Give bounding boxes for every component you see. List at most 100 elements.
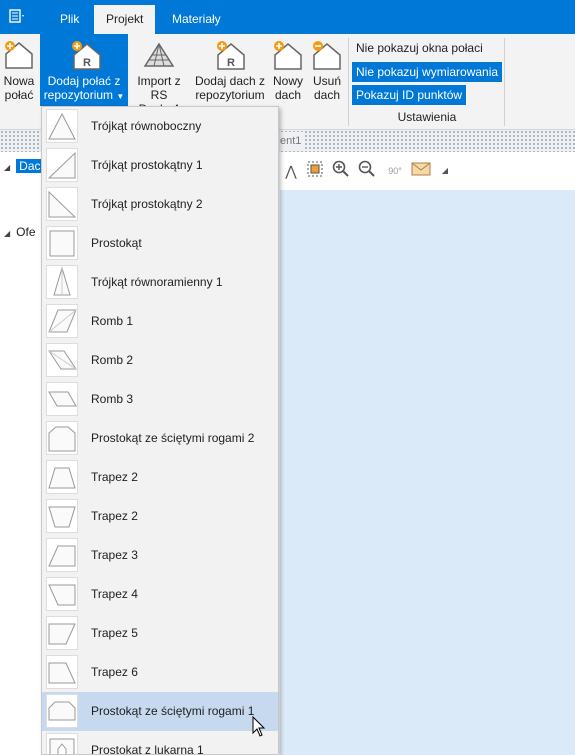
menu-item[interactable]: Trapez 3: [42, 536, 278, 575]
document-tab[interactable]: ent1: [276, 132, 306, 150]
import-label-1: Import z: [137, 74, 181, 88]
envelope-icon[interactable]: [410, 160, 432, 182]
tree-node-label: Ofe: [16, 225, 36, 239]
menu-item-label: Trapez 6: [91, 665, 138, 679]
import-roof-icon: [143, 42, 175, 67]
menu-item-label: Trójkąt równoramienny 1: [91, 275, 223, 289]
new-roof-label-1: Nowy: [272, 74, 303, 88]
menu-item[interactable]: Trapez 2: [42, 497, 278, 536]
tree-node-roof[interactable]: ◢ Dac: [4, 156, 44, 176]
zoom-in-icon[interactable]: [330, 160, 352, 182]
trapezoid-icon: [46, 460, 78, 494]
svg-text:R: R: [227, 57, 235, 69]
new-roof-label-2: dach: [274, 88, 302, 102]
menu-item-label: Trapez 4: [91, 587, 138, 601]
ribbon-separator: [504, 38, 505, 126]
rhombus-icon: [46, 382, 78, 416]
new-roof-plane-label-1: Nowa: [3, 74, 35, 88]
view-toolbar: ⋀ 90° ◢: [280, 152, 575, 190]
menu-item-label: Trapez 2: [91, 470, 138, 484]
menu-item[interactable]: Trójkąt równoboczny: [42, 107, 278, 146]
ribbon-separator: [348, 38, 349, 126]
toggle-hide-dimensions[interactable]: Nie pokazuj wymiarowania: [352, 62, 503, 82]
settings-group-label: Ustawienia: [397, 110, 457, 124]
repository-roof-add-icon: R: [217, 41, 245, 70]
menu-item[interactable]: Trójkąt równoramienny 1: [42, 263, 278, 302]
menu-item-label: Prostokąt ze ściętymi rogami 2: [91, 431, 255, 445]
tab-projekt[interactable]: Projekt: [94, 5, 156, 34]
new-roof-plane-icon: [5, 41, 33, 69]
menu-item-label: Trójkąt równoboczny: [91, 119, 202, 133]
right-triangle-icon: [46, 148, 78, 182]
delete-roof-label-2: dach: [313, 88, 341, 102]
import-rs-dachy4-button[interactable]: Import z RS Dachy4: [130, 34, 188, 116]
trapezoid-icon: [46, 616, 78, 650]
rotate-90-icon[interactable]: 90°: [384, 160, 406, 182]
menu-item-label: Prostokąt: [91, 236, 142, 250]
menu-item[interactable]: Trapez 6: [42, 653, 278, 692]
delete-roof-button[interactable]: Usuń dach: [308, 34, 346, 106]
trapezoid-icon: [46, 577, 78, 611]
title-tab-bar: Plik Projekt Materiały: [0, 0, 575, 34]
cut-corner-rectangle-icon: [46, 421, 78, 455]
add-roof-label-2: repozytorium: [195, 88, 265, 102]
tab-plik[interactable]: Plik: [48, 5, 91, 34]
expand-icon[interactable]: ◢: [4, 229, 10, 238]
menu-item[interactable]: Trapez 4: [42, 575, 278, 614]
menu-item-label: Trójkąt prostokątny 1: [91, 158, 203, 172]
trapezoid-icon: [46, 538, 78, 572]
menu-item-label: Trapez 5: [91, 626, 138, 640]
menu-item[interactable]: Trójkąt prostokątny 2: [42, 185, 278, 224]
new-roof-icon: [274, 41, 302, 70]
menu-item-label: Trójkąt prostokątny 2: [91, 197, 203, 211]
app-menu-icon[interactable]: [6, 6, 36, 30]
trapezoid-icon: [46, 499, 78, 533]
more-tools-icon[interactable]: ◢: [434, 160, 456, 182]
menu-item[interactable]: Romb 2: [42, 341, 278, 380]
add-roof-plane-label-1: Dodaj połać z: [47, 74, 121, 88]
isosceles-triangle-icon: [46, 265, 78, 299]
new-roof-button[interactable]: Nowy dach: [270, 34, 306, 106]
trapezoid-icon: [46, 655, 78, 689]
roof-plane-repository-menu: Trójkąt równoboczny Trójkąt prostokątny …: [41, 106, 279, 755]
right-triangle-icon: [46, 187, 78, 221]
menu-item[interactable]: Prostokąt ze ściętymi rogami 2: [42, 419, 278, 458]
rectangle-with-dormer-icon: [46, 733, 78, 754]
menu-item-label: Trapez 3: [91, 548, 138, 562]
new-roof-plane-label-2: połać: [4, 88, 34, 102]
menu-item-label: Trapez 2: [91, 509, 138, 523]
menu-item[interactable]: Trapez 5: [42, 614, 278, 653]
equilateral-triangle-icon: [46, 109, 78, 143]
tree-node-offer[interactable]: ◢ Ofe: [4, 222, 36, 242]
repository-roof-icon: R: [72, 41, 101, 70]
tab-materialy[interactable]: Materiały: [160, 5, 233, 34]
roof-view-icon[interactable]: ⋀: [280, 160, 302, 182]
menu-item[interactable]: Prostokąt: [42, 224, 278, 263]
delete-roof-label-1: Usuń: [312, 74, 341, 88]
menu-item[interactable]: Romb 3: [42, 380, 278, 419]
project-tree: ◢ Dac ◢ Ofe: [0, 152, 44, 755]
add-roof-from-repo-button[interactable]: R Dodaj dach z repozytorium: [192, 34, 268, 106]
mouse-cursor-icon: [252, 716, 266, 737]
rhombus-icon: [46, 343, 78, 377]
menu-item[interactable]: Trapez 2: [42, 458, 278, 497]
drawing-canvas[interactable]: [280, 190, 575, 755]
menu-item-label: Prostokąt ze ściętymi rogami 1: [91, 704, 255, 718]
new-roof-plane-button[interactable]: Nowa połać: [0, 34, 38, 106]
rhombus-icon: [46, 304, 78, 338]
add-roof-plane-label-2: repozytorium ▼: [43, 88, 125, 102]
add-roof-label-1: Dodaj dach z: [194, 74, 266, 88]
delete-roof-icon: [313, 41, 341, 70]
toggle-hide-plane-window[interactable]: Nie pokazuj okna połaci: [352, 38, 487, 58]
menu-item[interactable]: Romb 1: [42, 302, 278, 341]
menu-item-highlighted[interactable]: Prostokąt ze ściętymi rogami 1: [42, 692, 278, 731]
fit-view-icon[interactable]: [304, 160, 326, 182]
toggle-show-point-ids[interactable]: Pokazuj ID punktów: [352, 85, 467, 105]
menu-item-label: Prostokąt z lukarną 1: [91, 743, 204, 755]
menu-item-label: Romb 3: [91, 392, 134, 406]
menu-item[interactable]: Prostokąt z lukarną 1: [42, 731, 278, 755]
zoom-out-icon[interactable]: [356, 160, 378, 182]
menu-item[interactable]: Trójkąt prostokątny 1: [42, 146, 278, 185]
add-roof-plane-from-repo-button[interactable]: R Dodaj połać z repozytorium ▼: [40, 34, 128, 106]
expand-icon[interactable]: ◢: [4, 163, 10, 172]
